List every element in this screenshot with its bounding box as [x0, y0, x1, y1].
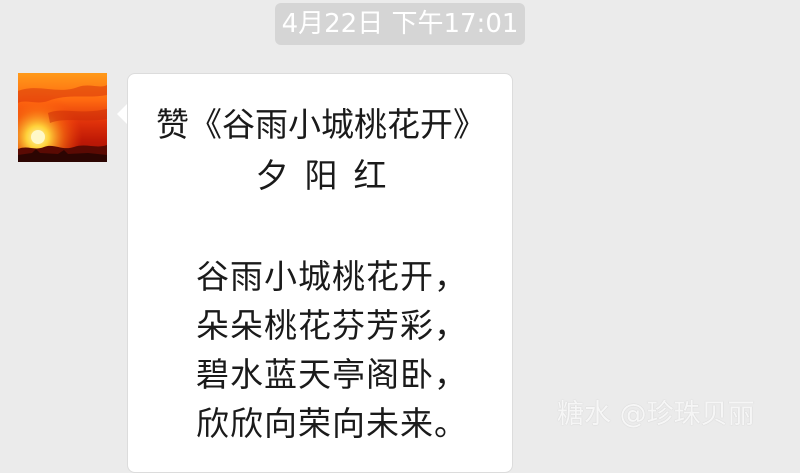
poem-line: 碧水蓝天亭阁卧，	[196, 355, 468, 394]
watermark: 糖水 @珍珠贝丽	[557, 399, 755, 430]
poem-line: 朵朵桃花芬芳彩，	[196, 306, 468, 345]
poem-line: 欣欣向荣向未来。	[196, 404, 468, 443]
poem-title: 赞《谷雨小城桃花开》	[156, 105, 486, 144]
message-timestamp: 4月22日 下午17:01	[275, 3, 525, 45]
poem-author: 夕阳红	[255, 156, 403, 195]
sunset-avatar-image	[18, 73, 107, 162]
sender-avatar[interactable]	[18, 73, 107, 162]
poem-line: 谷雨小城桃花开，	[196, 257, 468, 296]
message-bubble[interactable]: 赞《谷雨小城桃花开》 夕阳红 谷雨小城桃花开， 朵朵桃花芬芳彩， 碧水蓝天亭阁卧…	[127, 73, 513, 473]
